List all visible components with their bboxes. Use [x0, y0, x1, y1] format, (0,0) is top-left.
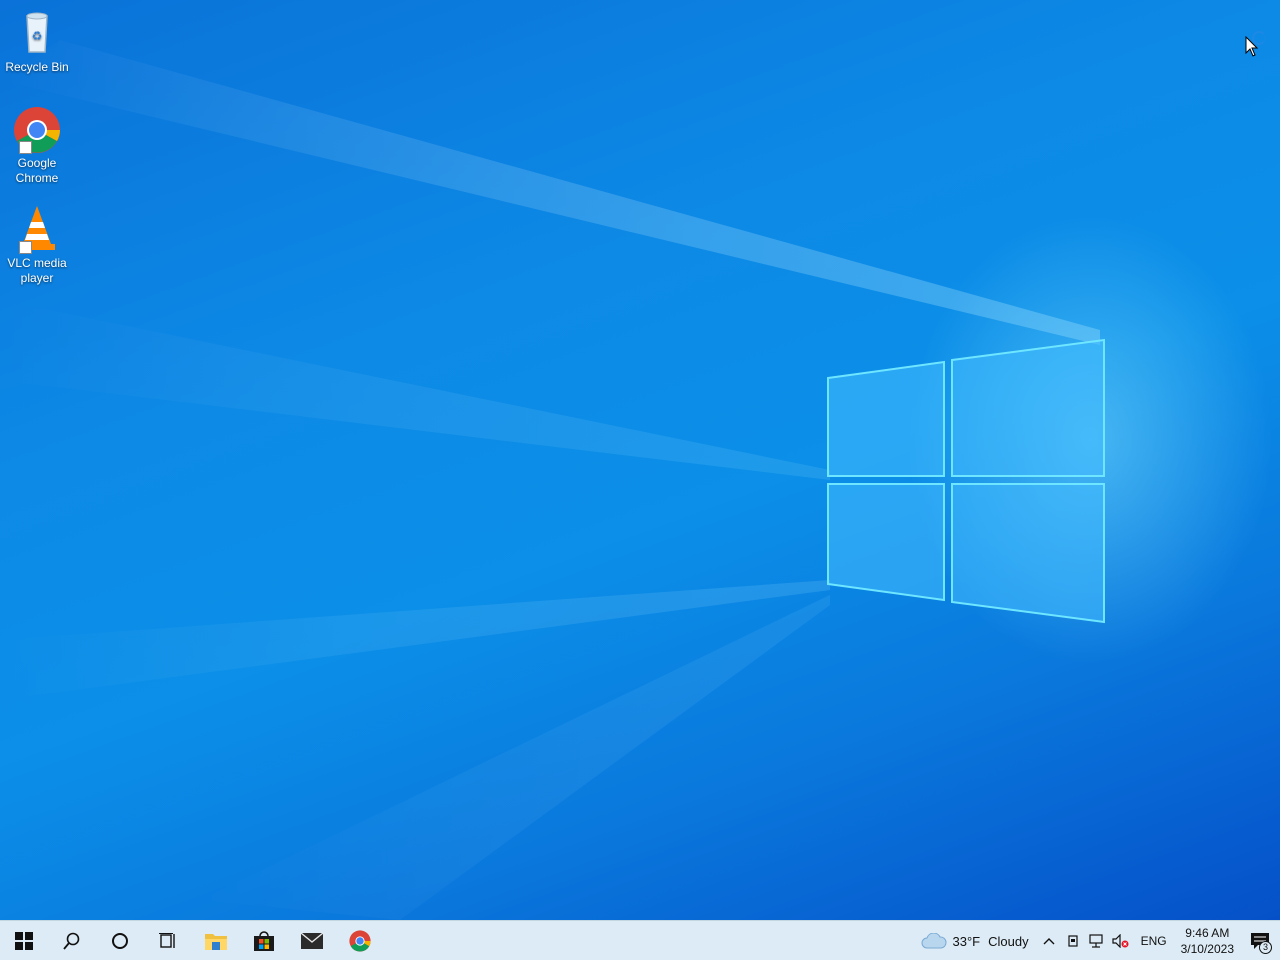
mail-button[interactable]: [288, 921, 336, 960]
microsoft-store-button[interactable]: [240, 921, 288, 960]
chrome-icon: [349, 929, 371, 952]
desktop-icon-label: VLC media player: [7, 256, 67, 285]
windows-logo: [827, 338, 1105, 624]
desktop-icon-label: Recycle Bin: [5, 60, 69, 74]
recycle-bin-icon: ♻: [11, 8, 63, 58]
clock-date: 3/10/2023: [1180, 942, 1234, 956]
weather-temperature: 33°F: [952, 933, 981, 949]
desktop-wallpaper: ♻ Recycle Bin Google Chrome VLC media pl…: [0, 0, 1280, 920]
desktop-icon-label: Google Chrome: [15, 156, 59, 185]
weather-condition: Cloudy: [988, 933, 1029, 949]
chevron-up-icon: [1043, 938, 1055, 945]
usb-device-icon: [1067, 935, 1078, 947]
search-icon: [63, 932, 80, 950]
cortana-icon: [112, 932, 128, 949]
cortana-button[interactable]: [96, 921, 144, 960]
network-button[interactable]: [1085, 921, 1109, 960]
system-tray: 33°F Cloudy ENG 9:46 AM 3/10/2023 3: [913, 921, 1280, 960]
input-language-button[interactable]: ENG: [1133, 921, 1175, 960]
desktop-icon-recycle-bin[interactable]: ♻ Recycle Bin: [2, 8, 72, 75]
tray-device-icon-button[interactable]: [1061, 921, 1085, 960]
file-explorer-icon: [205, 933, 227, 950]
notification-count-badge: 3: [1259, 941, 1272, 954]
microsoft-store-icon: [254, 930, 274, 951]
language-label: ENG: [1140, 934, 1167, 948]
windows-start-icon: [15, 931, 33, 950]
network-icon: [1088, 934, 1103, 948]
mail-icon: [300, 931, 324, 949]
vlc-icon: [11, 204, 63, 254]
show-hidden-icons-button[interactable]: [1037, 921, 1061, 960]
cloud-icon: [921, 933, 947, 949]
weather-widget[interactable]: 33°F Cloudy: [913, 921, 1037, 960]
desktop-icon-vlc[interactable]: VLC media player: [2, 204, 72, 286]
task-view-button[interactable]: [144, 921, 192, 960]
task-view-icon: [159, 932, 175, 948]
action-center-button[interactable]: 3: [1240, 921, 1280, 960]
chrome-icon: [11, 104, 63, 154]
chrome-taskbar-button[interactable]: [336, 921, 384, 960]
clock-button[interactable]: 9:46 AM 3/10/2023: [1175, 921, 1240, 960]
svg-text:♻: ♻: [32, 29, 43, 43]
desktop-icon-google-chrome[interactable]: Google Chrome: [2, 104, 72, 186]
clock-time: 9:46 AM: [1185, 926, 1230, 940]
volume-button[interactable]: [1109, 921, 1133, 960]
taskbar: 33°F Cloudy ENG 9:46 AM 3/10/2023 3: [0, 920, 1280, 960]
volume-muted-icon: [1111, 934, 1129, 948]
start-button[interactable]: [0, 921, 48, 960]
search-button[interactable]: [48, 921, 96, 960]
file-explorer-button[interactable]: [192, 921, 240, 960]
busy-spinner-icon: [1252, 31, 1266, 45]
shortcut-arrow-icon: [19, 241, 32, 254]
shortcut-arrow-icon: [19, 141, 32, 154]
